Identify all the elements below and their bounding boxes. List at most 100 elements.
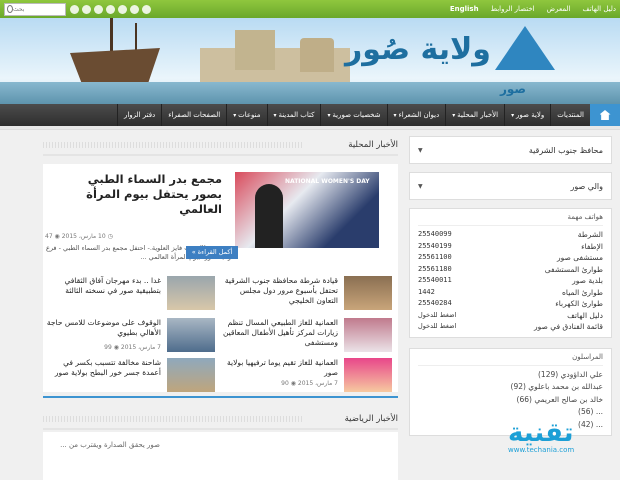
- phone-row: الإطفاء 25540199: [418, 241, 603, 253]
- phone-label: مستشفى صور: [557, 253, 603, 262]
- nav-item-writers[interactable]: كتاب المدينة: [266, 104, 321, 126]
- nav-item-yellow-pages[interactable]: الصفحات الصفراء: [161, 104, 226, 126]
- news-title[interactable]: قيادة شرطة محافظة جنوب الشرقية تحتفل بأس…: [220, 276, 338, 306]
- logo-text: صور: [500, 82, 527, 96]
- sports-news-box: صور يحقق الصدارة ويقترب من ...: [43, 432, 398, 480]
- wali-select[interactable]: والي صور ▼: [409, 172, 612, 200]
- section-divider: [43, 396, 398, 398]
- nav-item-forums[interactable]: المنتديات: [550, 104, 590, 126]
- phone-link[interactable]: اضغط للدخول: [418, 321, 456, 333]
- news-title[interactable]: العمانية للغاز تقيم يوما ترفيهيا بولاية …: [220, 358, 338, 378]
- speaker-figure: [255, 184, 283, 248]
- news-thumbnail[interactable]: [167, 318, 215, 352]
- phone-label: بلدية صور: [572, 276, 603, 285]
- phone-number: 1442: [418, 287, 435, 296]
- phone-label: الإطفاء: [581, 241, 603, 251]
- governor-select[interactable]: محافظ جنوب الشرقية ▼: [409, 136, 612, 164]
- phone-number: 25561100: [418, 253, 452, 261]
- correspondents-title: المراسلون: [418, 353, 603, 366]
- correspondent-item[interactable]: عبدالله بن محمد باعلوي (92): [418, 381, 604, 394]
- eye-icon: ◉: [52, 233, 60, 240]
- sea-strip: [0, 82, 620, 104]
- phone-row: الشرطة 25540099: [418, 229, 603, 241]
- news-thumbnail[interactable]: [167, 358, 215, 392]
- search-icon[interactable]: [7, 5, 13, 13]
- news-item[interactable]: غدا .. بدء مهرجان آفاق الثقافي بتطبيقية …: [49, 274, 219, 314]
- top-link-phone-guide[interactable]: دليل الهاتف: [582, 5, 616, 13]
- sidebar: محافظ جنوب الشرقية ▼ والي صور ▼ هواتف مه…: [409, 136, 612, 436]
- phone-label: الشرطة: [577, 230, 603, 239]
- news-meta: 7 مارس، 2015 ◉ 99: [104, 344, 161, 351]
- search-box: [4, 2, 66, 16]
- phone-link[interactable]: اضغط للدخول: [418, 310, 456, 322]
- home-button[interactable]: [590, 104, 620, 126]
- news-item[interactable]: قيادة شرطة محافظة جنوب الشرقية تحتفل بأس…: [225, 274, 398, 314]
- featured-image[interactable]: NATIONAL WOMEN'S DAY: [235, 172, 379, 248]
- correspondent-item[interactable]: علي الداؤودي (129): [418, 369, 603, 382]
- phone-label: طوارئ الكهرباء: [555, 299, 603, 308]
- correspondent-item[interactable]: خالد بن صالح العريمي (66): [418, 394, 603, 407]
- news-title[interactable]: العمانية للغاز الطبيعي المسال تنظم زيارا…: [220, 318, 338, 348]
- governor-select-value: محافظ جنوب الشرقية: [528, 145, 603, 155]
- image-caption: NATIONAL WOMEN'S DAY: [285, 178, 370, 185]
- news-thumbnail[interactable]: [167, 276, 215, 310]
- nav-stripe: [0, 126, 620, 130]
- wali-select-value: والي صور: [570, 181, 603, 191]
- nav-item-guestbook[interactable]: دفتر الزوار: [116, 104, 161, 126]
- correspondent-item[interactable]: ... (56): [418, 406, 603, 419]
- rss-icon[interactable]: [70, 4, 79, 14]
- dhow-boat-image: [70, 48, 160, 88]
- phones-widget: هواتف مهمة الشرطة 25540099 الإطفاء 2554019…: [409, 208, 612, 338]
- nav-item-local-news[interactable]: الأخبار المحلية: [445, 104, 504, 126]
- news-item[interactable]: شاحنة مخالفة تتسبب بكسر في أعمدة جسر خور…: [49, 356, 219, 396]
- sports-excerpt[interactable]: صور يحقق الصدارة ويقترب من ...: [50, 440, 160, 450]
- news-item[interactable]: الوقوف على موضوعات للامس حاجة الأهالي بط…: [47, 316, 219, 356]
- news-item[interactable]: العمانية للغاز تقيم يوما ترفيهيا بولاية …: [227, 356, 398, 396]
- twitter-icon[interactable]: [118, 4, 127, 14]
- phone-label: طوارئ المياه: [562, 287, 603, 297]
- news-item[interactable]: العمانية للغاز الطبيعي المسال تنظم زيارا…: [223, 316, 398, 356]
- header-stripes: [43, 142, 303, 148]
- nav-item-poets[interactable]: ديوان الشعراء: [386, 104, 446, 126]
- search-input[interactable]: [13, 5, 63, 13]
- nav-item-personalities[interactable]: شخصيات صورية: [320, 104, 386, 126]
- featured-meta: ◷ 10 مارس، 2015 ◉ 47: [45, 233, 113, 240]
- phone-label: دليل الهاتف: [567, 310, 603, 320]
- section-title[interactable]: الأخبار المحلية: [348, 140, 398, 150]
- top-link-shortcuts[interactable]: اختصار الروابط: [491, 5, 535, 13]
- news-title[interactable]: شاحنة مخالفة تتسبب بكسر في أعمدة جسر خور…: [43, 358, 161, 378]
- logo-sail-icon[interactable]: [495, 26, 555, 70]
- google-plus-icon[interactable]: [142, 4, 151, 14]
- read-more-button[interactable]: أكمل القراءة »: [186, 246, 238, 259]
- youtube-icon[interactable]: [82, 4, 91, 14]
- phone-number: 25561180: [418, 264, 452, 273]
- news-thumbnail[interactable]: [344, 358, 392, 392]
- phone-number: 25540099: [418, 230, 452, 238]
- main-nav: المنتديات ولاية صور الأخبار المحلية ديوا…: [0, 104, 620, 126]
- news-title[interactable]: الوقوف على موضوعات للامس حاجة الأهالي بط…: [43, 318, 161, 338]
- phone-number: 25540011: [418, 276, 452, 284]
- news-title[interactable]: غدا .. بدء مهرجان آفاق الثقافي بتطبيقية …: [43, 276, 161, 296]
- top-left-tools: [4, 2, 151, 16]
- phone-row: طوارئ الكهرباء 25540284: [418, 298, 603, 310]
- phone-number: 25540199: [418, 241, 452, 250]
- section-title[interactable]: الأخبار الرياضية: [345, 414, 398, 424]
- phone-row[interactable]: دليل الهاتف اضغط للدخول: [418, 310, 603, 322]
- facebook-icon[interactable]: [130, 4, 139, 14]
- flickr-icon[interactable]: [106, 4, 115, 14]
- nav-item-misc[interactable]: منوعات: [226, 104, 266, 126]
- phones-widget-title: هواتف مهمة: [418, 213, 603, 226]
- news-thumbnail[interactable]: [344, 276, 392, 310]
- featured-title[interactable]: مجمع بدر السماء الطبي بصور يحتفل بيوم ال…: [64, 172, 222, 217]
- phone-row[interactable]: قائمة الفنادق في صور اضغط للدخول: [418, 321, 603, 333]
- featured-date: 10 مارس، 2015: [61, 233, 106, 240]
- top-link-english[interactable]: English: [450, 5, 479, 13]
- news-thumbnail[interactable]: [344, 318, 392, 352]
- email-icon[interactable]: [94, 4, 103, 14]
- chevron-down-icon: ▼: [418, 182, 423, 190]
- top-link-gallery[interactable]: المعرض: [547, 5, 571, 13]
- nav-item-sur[interactable]: ولاية صور: [504, 104, 550, 126]
- phone-label: طوارئ المستشفى: [544, 264, 603, 274]
- nav-items: المنتديات ولاية صور الأخبار المحلية ديوا…: [116, 104, 590, 126]
- phone-row: بلدية صور 25540011: [418, 275, 603, 287]
